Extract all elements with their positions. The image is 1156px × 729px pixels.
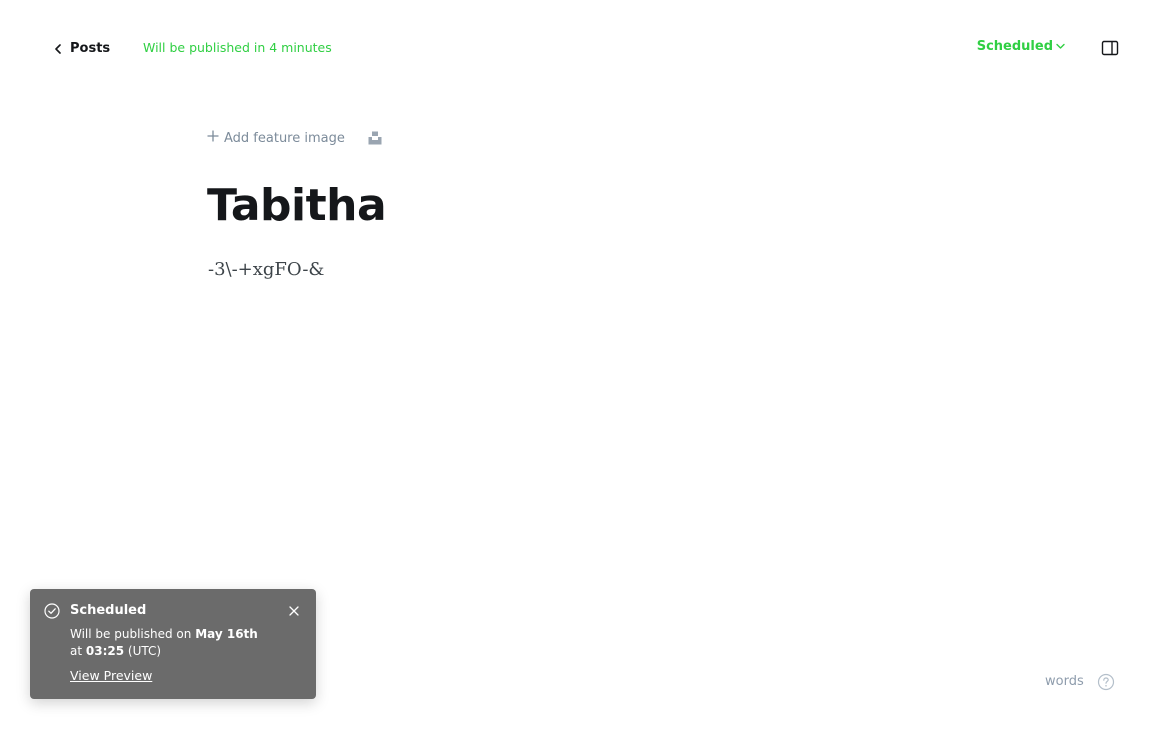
toast-message-line1: Will be published on May 16th <box>70 627 258 641</box>
chevron-left-icon <box>54 39 62 58</box>
publish-status-text: Will be published in 4 minutes <box>143 40 332 55</box>
toast-line2-prefix: at <box>70 644 86 658</box>
toast-timezone: (UTC) <box>124 644 162 658</box>
toast-line1-prefix: Will be published on <box>70 627 196 641</box>
add-feature-image-button[interactable]: Add feature image <box>207 128 345 148</box>
help-icon[interactable] <box>1097 673 1115 691</box>
back-label: Posts <box>70 40 111 56</box>
scheduled-toast: Scheduled Will be published on May 16th … <box>30 589 316 699</box>
sidebar-toggle-icon[interactable] <box>1101 39 1119 57</box>
close-icon[interactable] <box>287 603 301 617</box>
add-feature-image-label: Add feature image <box>224 130 345 146</box>
toast-time: 03:25 <box>85 644 125 658</box>
toast-date: May 16th <box>195 627 258 641</box>
toast-message-line2: at 03:25 (UTC) <box>70 644 161 658</box>
status-dropdown-label: Scheduled <box>976 39 1053 54</box>
plus-icon <box>207 130 219 146</box>
back-to-posts-link[interactable]: Posts <box>54 38 110 58</box>
toast-title: Scheduled <box>70 603 147 618</box>
post-body-editor[interactable]: -3\-+xgFO-& <box>208 259 324 280</box>
check-circle-icon <box>44 603 60 619</box>
chevron-down-icon <box>1056 39 1065 54</box>
view-preview-link[interactable]: View Preview <box>70 668 152 683</box>
word-count: words <box>1045 674 1084 689</box>
publish-status-dropdown[interactable]: Scheduled <box>977 39 1065 54</box>
unsplash-icon[interactable] <box>367 130 383 146</box>
post-title[interactable]: Tabitha <box>207 181 387 230</box>
